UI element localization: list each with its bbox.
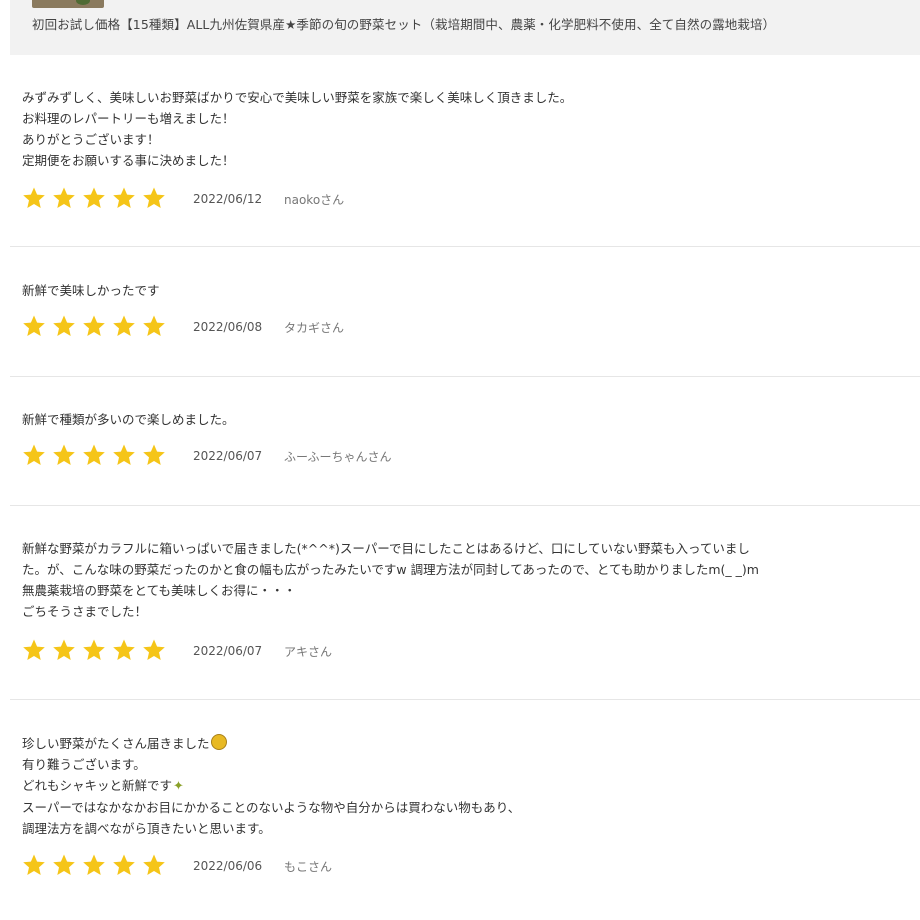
review-text: 新鮮な野菜がカラフルに箱いっぱいで届きました(*^^*)スーパーで目にしたことは… bbox=[22, 538, 759, 622]
review-item: 新鮮で種類が多いので楽しめました。 2022/06/07 ふーふーちゃんさん bbox=[10, 377, 920, 506]
product-title[interactable]: 初回お試し価格【15種類】ALL九州佐賀県産★季節の旬の野菜セット（栽培期間中、… bbox=[32, 14, 775, 33]
review-text: 珍しい野菜がたくさん届きました 有り難うございます。 どれもシャキッと新鮮です✦… bbox=[22, 733, 520, 839]
star-icon bbox=[142, 186, 166, 210]
review-line: ごちそうさまでした！ bbox=[22, 604, 148, 619]
review-meta: 2022/06/12 naokoさん bbox=[22, 186, 902, 210]
product-header: 初回お試し価格【15種類】ALL九州佐賀県産★季節の旬の野菜セット（栽培期間中、… bbox=[10, 0, 920, 55]
product-thumbnail[interactable] bbox=[32, 0, 104, 8]
review-author: アキさん bbox=[284, 645, 333, 659]
star-icon bbox=[142, 443, 166, 467]
review-line: どれもシャキッと新鮮です✦ bbox=[22, 775, 520, 797]
star-icon bbox=[112, 314, 136, 338]
review-line: ありがとうございます！ bbox=[22, 132, 160, 147]
review-line: スーパーではなかなかお目にかかることのないような物や自分からは買わない物もあり、 bbox=[22, 800, 521, 815]
star-icon bbox=[142, 638, 166, 662]
star-icon bbox=[52, 638, 76, 662]
review-line: 調理法方を調べながら頂きたいと思います。 bbox=[22, 821, 271, 836]
star-icon bbox=[112, 443, 136, 467]
star-icon bbox=[22, 853, 46, 877]
review-text: 新鮮で美味しかったです bbox=[22, 280, 160, 301]
review-author: ふーふーちゃんさん bbox=[284, 450, 392, 464]
star-icon bbox=[142, 853, 166, 877]
star-icon bbox=[22, 186, 46, 210]
review-date: 2022/06/08 bbox=[193, 320, 263, 334]
review-date: 2022/06/06 bbox=[193, 859, 263, 873]
review-line: 新鮮な野菜がカラフルに箱いっぱいで届きました(*^^*)スーパーで目にしたことは… bbox=[22, 541, 750, 556]
review-item: みずみずしく、美味しいお野菜ばかりで安心で美味しい野菜を家族で楽しく美味しく頂き… bbox=[10, 55, 920, 247]
star-icon bbox=[82, 638, 106, 662]
review-line: 新鮮で種類が多いので楽しめました。 bbox=[22, 412, 235, 427]
review-line: 新鮮で美味しかったです bbox=[22, 283, 160, 298]
review-author: もこさん bbox=[284, 860, 333, 874]
star-icon bbox=[22, 314, 46, 338]
star-icon bbox=[82, 314, 106, 338]
review-line: 有り難うございます。 bbox=[22, 757, 146, 772]
review-line: 珍しい野菜がたくさん届きました bbox=[22, 733, 520, 754]
star-icon bbox=[112, 186, 136, 210]
review-meta: 2022/06/08 タカギさん bbox=[22, 314, 902, 338]
review-date: 2022/06/07 bbox=[193, 644, 263, 658]
review-author: naokoさん bbox=[284, 193, 345, 207]
review-line: みずみずしく、美味しいお野菜ばかりで安心で美味しい野菜を家族で楽しく美味しく頂き… bbox=[22, 90, 573, 105]
review-text: みずみずしく、美味しいお野菜ばかりで安心で美味しい野菜を家族で楽しく美味しく頂き… bbox=[22, 87, 572, 171]
star-icon bbox=[22, 638, 46, 662]
star-icon bbox=[52, 853, 76, 877]
star-icon bbox=[82, 186, 106, 210]
star-icon bbox=[52, 443, 76, 467]
review-meta: 2022/06/06 もこさん bbox=[22, 853, 902, 877]
star-icon bbox=[82, 853, 106, 877]
grinning-face-icon bbox=[210, 734, 227, 750]
sparkle-icon: ✦ bbox=[173, 779, 184, 794]
star-icon bbox=[112, 853, 136, 877]
review-line: 無農薬栽培の野菜をとても美味しくお得に・・・ bbox=[22, 583, 297, 598]
review-item: 新鮮な野菜がカラフルに箱いっぱいで届きました(*^^*)スーパーで目にしたことは… bbox=[10, 506, 920, 700]
star-icon bbox=[82, 443, 106, 467]
review-date: 2022/06/12 bbox=[193, 192, 263, 206]
review-line: た。が、こんな味の野菜だったのかと食の幅も広がったみたいですw 調理方法が同封し… bbox=[22, 562, 759, 577]
star-icon bbox=[142, 314, 166, 338]
review-item: 珍しい野菜がたくさん届きました 有り難うございます。 どれもシャキッと新鮮です✦… bbox=[10, 700, 920, 920]
review-line: 定期便をお願いする事に決めました！ bbox=[22, 153, 235, 168]
star-icon bbox=[22, 443, 46, 467]
star-icon bbox=[112, 638, 136, 662]
star-icon bbox=[52, 186, 76, 210]
review-meta: 2022/06/07 ふーふーちゃんさん bbox=[22, 443, 902, 467]
review-text: 新鮮で種類が多いので楽しめました。 bbox=[22, 409, 235, 430]
review-line: お料理のレパートリーも増えました！ bbox=[22, 111, 235, 126]
review-item: 新鮮で美味しかったです 2022/06/08 タカギさん bbox=[10, 247, 920, 377]
star-icon bbox=[52, 314, 76, 338]
review-meta: 2022/06/07 アキさん bbox=[22, 638, 902, 662]
review-author: タカギさん bbox=[284, 321, 345, 335]
review-date: 2022/06/07 bbox=[193, 449, 263, 463]
